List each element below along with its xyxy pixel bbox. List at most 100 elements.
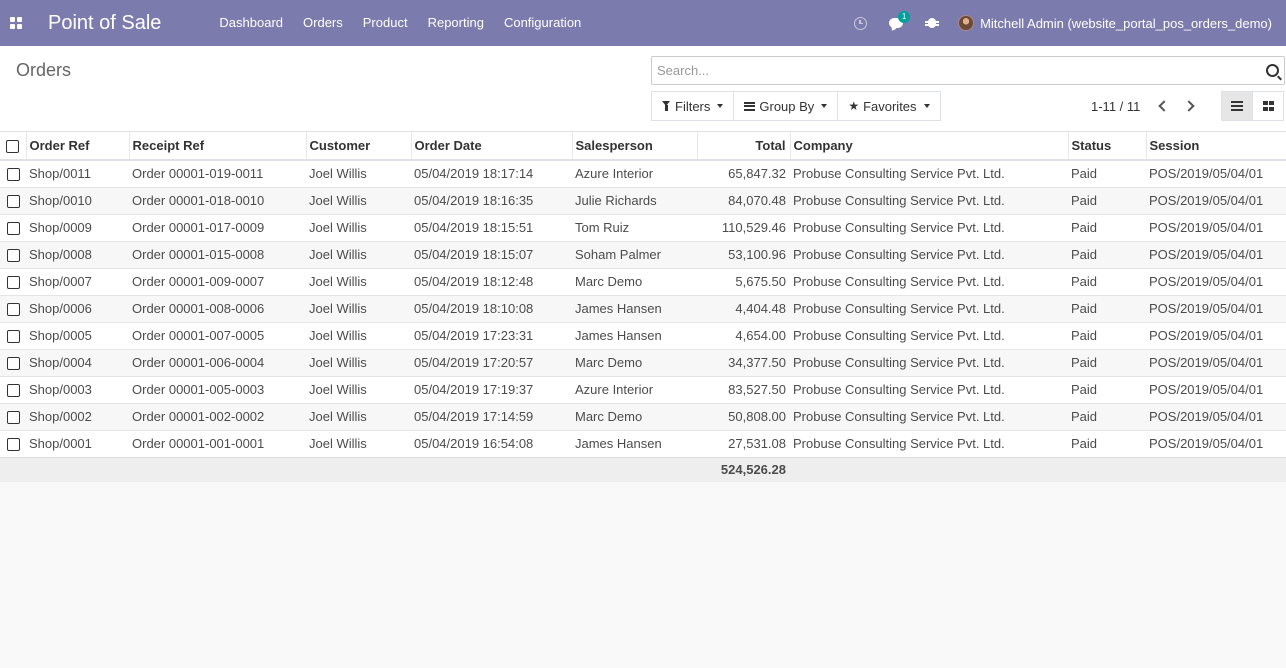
row-checkbox[interactable] — [0, 429, 26, 457]
column-header[interactable]: Receipt Ref — [129, 132, 307, 161]
company-cell: Probuse Consulting Service Pvt. Ltd. — [790, 294, 1068, 322]
salesperson-cell: Marc Demo — [572, 348, 697, 376]
company-cell: Probuse Consulting Service Pvt. Ltd. — [790, 429, 1068, 457]
customer-cell: Joel Willis — [306, 267, 411, 295]
table-row[interactable]: Shop/0002 Order 00001-002-0002 Joel Willis… — [0, 402, 1286, 430]
pager-previous-button[interactable] — [1154, 98, 1170, 114]
table-row[interactable]: Shop/0007 Order 00001-009-0007 Joel Willis… — [0, 267, 1286, 295]
session-cell: POS/2019/05/04/01 — [1146, 402, 1286, 430]
user-menu[interactable]: Mitchell Admin (website_portal_pos_order… — [950, 0, 1286, 46]
column-header[interactable]: Order Ref — [26, 132, 130, 161]
table-row[interactable]: Shop/0011 Order 00001-019-0011 Joel Willis… — [0, 159, 1286, 187]
total-cell: 4,404.48 — [697, 294, 790, 322]
receipt-ref-cell: Order 00001-007-0005 — [129, 321, 306, 349]
menu-reporting[interactable]: Reporting — [418, 0, 494, 46]
search-input[interactable] — [657, 57, 1247, 84]
total-cell: 84,070.48 — [697, 186, 790, 214]
order-date-cell: 05/04/2019 18:15:51 — [411, 213, 572, 241]
column-header[interactable]: Company — [790, 132, 1069, 161]
row-checkbox[interactable] — [0, 213, 26, 241]
pager-value[interactable]: 1-11 / 11 — [1091, 99, 1140, 114]
menu-product[interactable]: Product — [353, 0, 418, 46]
table-row[interactable]: Shop/0008 Order 00001-015-0008 Joel Willis… — [0, 240, 1286, 268]
menu-dashboard[interactable]: Dashboard — [209, 0, 293, 46]
group-by-label: Group By — [759, 98, 815, 114]
row-checkbox[interactable] — [0, 294, 26, 322]
session-cell: POS/2019/05/04/01 — [1146, 240, 1286, 268]
session-cell: POS/2019/05/04/01 — [1146, 186, 1286, 214]
kanban-view-icon — [1262, 101, 1274, 111]
avatar — [958, 15, 975, 31]
chevron-left-icon — [1157, 100, 1170, 112]
customer-cell: Joel Willis — [306, 375, 411, 403]
filters-button[interactable]: Filters — [651, 91, 735, 121]
session-cell: POS/2019/05/04/01 — [1146, 159, 1286, 187]
order-date-cell: 05/04/2019 18:15:07 — [411, 240, 572, 268]
list-view-icon — [1231, 101, 1243, 111]
kanban-view-button[interactable] — [1252, 91, 1284, 121]
favorites-label: Favorites — [863, 98, 917, 114]
column-header[interactable]: Status — [1068, 132, 1147, 161]
column-header[interactable]: Total — [697, 132, 791, 161]
table-row[interactable]: Shop/0006 Order 00001-008-0006 Joel Willis… — [0, 294, 1286, 322]
company-cell: Probuse Consulting Service Pvt. Ltd. — [790, 375, 1068, 403]
star-icon: ★ — [848, 99, 860, 113]
customer-cell: Joel Willis — [306, 294, 411, 322]
user-name: Mitchell Admin (website_portal_pos_order… — [980, 15, 1272, 31]
row-checkbox[interactable] — [0, 159, 26, 187]
caret-down-icon — [717, 104, 724, 108]
activity-clock-icon[interactable] — [842, 0, 878, 46]
column-header[interactable]: Session — [1146, 132, 1286, 161]
total-cell: 27,531.08 — [697, 429, 790, 457]
table-row[interactable]: Shop/0004 Order 00001-006-0004 Joel Willis… — [0, 348, 1286, 376]
main-menu: Dashboard Orders Product Reporting Confi… — [209, 0, 591, 46]
messaging-chat-icon[interactable]: 1 — [878, 0, 914, 46]
pager-next-button[interactable] — [1182, 98, 1198, 114]
total-cell: 4,654.00 — [697, 321, 790, 349]
apps-menu-icon[interactable] — [0, 0, 32, 46]
search-icon[interactable] — [1266, 64, 1279, 77]
table-row[interactable]: Shop/0001 Order 00001-001-0001 Joel Willis… — [0, 429, 1286, 457]
session-cell: POS/2019/05/04/01 — [1146, 321, 1286, 349]
group-by-button[interactable]: Group By — [733, 91, 839, 121]
customer-cell: Joel Willis — [306, 240, 411, 268]
salesperson-cell: Azure Interior — [572, 375, 697, 403]
row-checkbox[interactable] — [0, 240, 26, 268]
row-checkbox[interactable] — [0, 375, 26, 403]
receipt-ref-cell: Order 00001-006-0004 — [129, 348, 306, 376]
column-header[interactable]: Salesperson — [572, 132, 698, 161]
menu-orders[interactable]: Orders — [293, 0, 353, 46]
top-navbar: Point of Sale Dashboard Orders Product R… — [0, 0, 1286, 46]
order-date-cell: 05/04/2019 16:54:08 — [411, 429, 572, 457]
order-date-cell: 05/04/2019 18:12:48 — [411, 267, 572, 295]
status-cell: Paid — [1068, 267, 1146, 295]
order-date-cell: 05/04/2019 18:17:14 — [411, 159, 572, 187]
status-cell: Paid — [1068, 186, 1146, 214]
menu-configuration[interactable]: Configuration — [494, 0, 591, 46]
order-date-cell: 05/04/2019 17:20:57 — [411, 348, 572, 376]
column-header[interactable]: Order Date — [411, 132, 573, 161]
search-bar — [651, 56, 1285, 85]
list-view-button[interactable] — [1221, 91, 1253, 121]
order-ref-cell: Shop/0002 — [26, 402, 129, 430]
row-checkbox[interactable] — [0, 267, 26, 295]
table-row[interactable]: Shop/0010 Order 00001-018-0010 Joel Willis… — [0, 186, 1286, 214]
select-all-checkbox[interactable] — [0, 132, 27, 161]
receipt-ref-cell: Order 00001-017-0009 — [129, 213, 306, 241]
favorites-button[interactable]: ★ Favorites — [837, 91, 941, 121]
table-row[interactable]: Shop/0009 Order 00001-017-0009 Joel Willis… — [0, 213, 1286, 241]
row-checkbox[interactable] — [0, 348, 26, 376]
column-header[interactable]: Customer — [306, 132, 412, 161]
row-checkbox[interactable] — [0, 321, 26, 349]
row-checkbox[interactable] — [0, 402, 26, 430]
table-row[interactable]: Shop/0005 Order 00001-007-0005 Joel Willis… — [0, 321, 1286, 349]
table-row[interactable]: Shop/0003 Order 00001-005-0003 Joel Willis… — [0, 375, 1286, 403]
order-ref-cell: Shop/0003 — [26, 375, 129, 403]
order-date-cell: 05/04/2019 17:14:59 — [411, 402, 572, 430]
order-ref-cell: Shop/0011 — [26, 159, 129, 187]
debug-bug-icon[interactable] — [914, 0, 950, 46]
order-ref-cell: Shop/0009 — [26, 213, 129, 241]
app-title: Point of Sale — [48, 11, 162, 34]
row-checkbox[interactable] — [0, 186, 26, 214]
caret-down-icon — [821, 104, 828, 108]
